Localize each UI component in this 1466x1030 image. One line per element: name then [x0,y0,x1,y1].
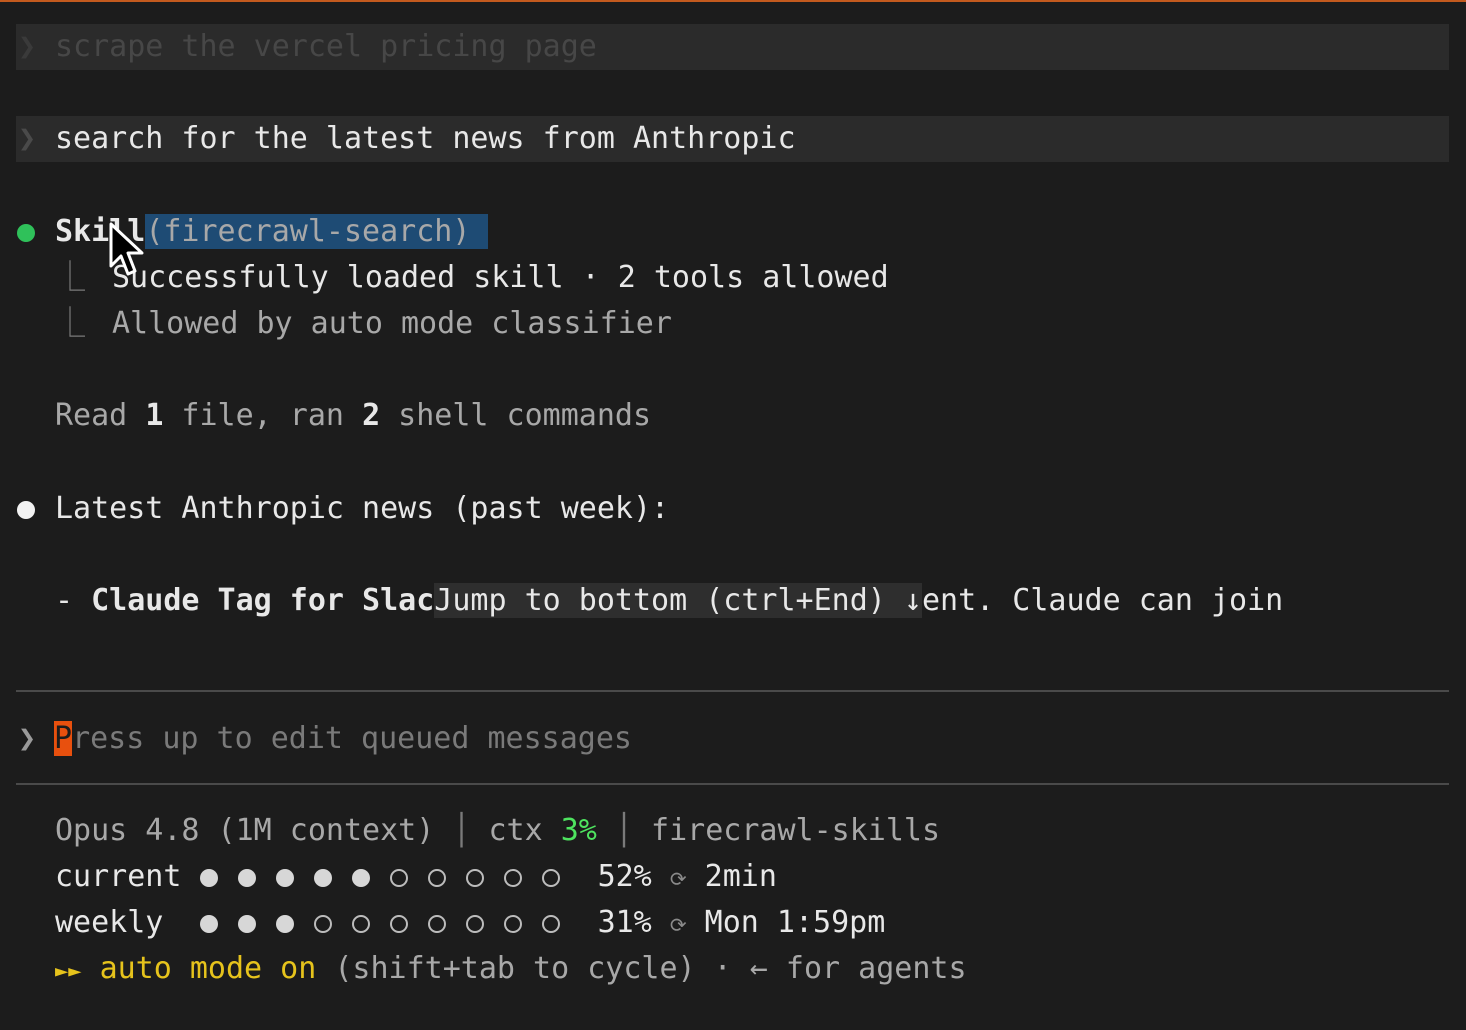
meter-dot-empty [503,915,522,933]
meter-dot-empty [389,915,408,933]
news-item: - Claude Tag for SlacJump to bottom (ctr… [55,583,1284,618]
input-placeholder: ress up to edit queued messages [72,721,632,756]
weekly-usage-meter [199,901,580,947]
meter-dot-filled [275,915,294,933]
input-bottom-divider [16,783,1449,785]
chevron-right-icon: ❯ [18,721,37,756]
meter-dot-filled [199,869,218,887]
meter-dot-empty [389,869,408,887]
status-line: Opus 4.8 (1M context) │ ctx 3% │ firecra… [55,813,941,848]
meter-dot-empty [465,869,484,887]
corner-arrow-icon: ⎿ [55,260,85,295]
history-prompt-2-text: search for the latest news from Anthropi… [55,121,796,156]
weekly-usage: weekly 31% ⟳ Mon 1:59pm [55,900,885,946]
meter-dot-empty [465,915,484,933]
meter-dot-filled [237,869,256,887]
status-dot-success-icon [17,224,35,242]
meter-dot-empty [541,869,560,887]
skill-permission-line: Allowed by auto mode classifier [112,306,672,341]
model-name: Opus 4.8 (1M context) [55,813,435,848]
history-prompt-1-text: scrape the vercel pricing page [55,29,597,64]
meter-dot-filled [275,869,294,887]
mode-label: auto mode on [99,951,317,986]
mode-hint: (shift+tab to cycle) · ← for agents [316,951,967,986]
meter-dot-filled [199,915,218,933]
cycle-icon: ⟳ [669,867,687,891]
context-usage: 3% [560,813,597,848]
text-cursor: P [54,721,73,756]
fast-forward-icon: ►► [55,959,82,984]
chevron-right-icon: ❯ [18,29,37,64]
message-input[interactable]: Press up to edit queued messages [54,716,632,762]
meter-dot-empty [541,915,560,933]
meter-dot-empty [503,869,522,887]
chevron-right-icon: ❯ [18,121,37,156]
input-top-divider [16,690,1449,692]
response-heading: Latest Anthropic news (past week): [55,491,670,526]
skill-arg: (firecrawl-search) [145,214,471,249]
response-dot-icon [17,501,35,519]
project-name: firecrawl-skills [651,813,941,848]
mouse-pointer-icon [109,222,144,276]
meter-dot-empty [351,915,370,933]
skill-result-line: Successfully loaded skill · 2 tools allo… [112,260,889,295]
meter-dot-empty [427,915,446,933]
cycle-icon: ⟳ [669,913,687,937]
current-usage: current 52% ⟳ 2min [55,854,777,900]
jump-to-bottom-button[interactable]: Jump to bottom (ctrl+End) ↓ [434,583,922,618]
meter-dot-empty [313,915,332,933]
tool-summary[interactable]: Read 1 file, ran 2 shell commands [55,393,651,439]
corner-arrow-icon: ⎿ [55,306,85,341]
meter-dot-filled [351,869,370,887]
current-usage-meter [199,855,580,901]
meter-dot-empty [427,869,446,887]
meter-dot-filled [237,915,256,933]
meter-dot-filled [313,869,332,887]
window-top-border [0,0,1466,2]
mode-indicator[interactable]: ►► auto mode on (shift+tab to cycle) · ←… [55,946,967,992]
